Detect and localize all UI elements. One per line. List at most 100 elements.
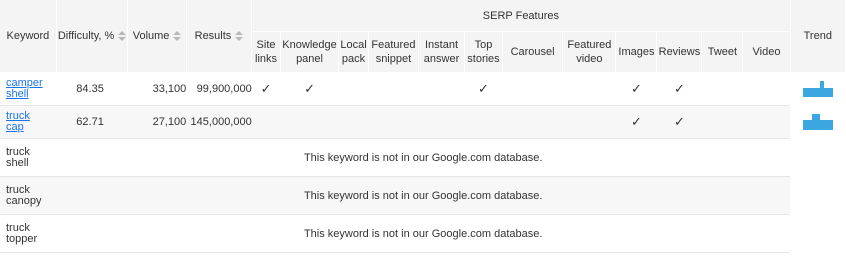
keyword-cell: camper shell <box>0 72 57 106</box>
checkmark-icon: ✓ <box>251 72 281 106</box>
feature-cell <box>502 105 563 139</box>
feature-label-line2: snippet <box>375 53 412 65</box>
trend-cell-empty <box>790 138 846 177</box>
difficulty-value: 62.71 <box>56 105 128 139</box>
feature-label-line1: Tweet <box>707 46 738 58</box>
keyword-line2: shell <box>6 88 29 100</box>
checkmark-icon: ✓ <box>615 72 657 106</box>
feature-cell <box>742 105 791 139</box>
checkmark-icon: ✓ <box>280 72 339 106</box>
col-feature: Tweet <box>701 31 744 73</box>
results-value: 99,900,000 <box>186 72 252 106</box>
not-in-database-message: This keyword is not in our Google.com da… <box>56 176 791 215</box>
col-feature: Carousel <box>502 31 564 73</box>
checkmark-icon: ✓ <box>464 72 503 106</box>
sort-icon[interactable] <box>173 31 182 42</box>
col-feature: Featured video <box>562 31 617 73</box>
feature-cell <box>701 72 743 106</box>
feature-label-line1: Local <box>340 39 367 51</box>
feature-cell <box>464 105 503 139</box>
col-results[interactable]: Results <box>186 0 253 73</box>
feature-cell <box>418 105 465 139</box>
not-in-database-message: This keyword is not in our Google.com da… <box>56 214 791 253</box>
checkmark-icon: ✓ <box>656 72 702 106</box>
col-volume[interactable]: Volume <box>127 0 187 73</box>
feature-label-line1: Top <box>474 39 493 51</box>
keyword-cell: truck cap <box>0 105 57 139</box>
feature-label-line2: panel <box>296 53 323 65</box>
feature-label-line2: video <box>576 53 603 65</box>
col-feature: Knowledge panel <box>280 31 340 73</box>
feature-cell <box>280 105 339 139</box>
feature-cell <box>502 72 563 106</box>
serp-features-header: SERP Features <box>251 0 791 32</box>
feature-cell <box>251 105 281 139</box>
col-feature: Top stories <box>464 31 503 73</box>
sort-icon[interactable] <box>235 31 244 42</box>
trend-bar <box>828 87 833 98</box>
keyword-cell: truck shell <box>0 138 57 177</box>
checkmark-icon: ✓ <box>615 105 657 139</box>
feature-cell <box>338 105 369 139</box>
feature-label-line1: Images <box>618 46 655 58</box>
feature-label-line2: pack <box>341 53 366 65</box>
feature-cell <box>701 105 743 139</box>
feature-cell <box>418 72 465 106</box>
volume-value: 33,100 <box>127 72 187 106</box>
table-row: truck canopy This keyword is not in our Go… <box>0 176 846 215</box>
keyword-cell: truck canopy <box>0 176 57 215</box>
results-value: 145,000,000 <box>186 105 252 139</box>
volume-value: 27,100 <box>127 105 187 139</box>
trend-cell <box>790 72 846 106</box>
feature-cell <box>562 105 616 139</box>
table-row: camper shell 84.35 33,100 99,900,000 ✓ ✓ ✓ ✓ ✓ <box>0 72 846 106</box>
difficulty-value: 84.35 <box>56 72 128 106</box>
trend-chart <box>803 114 833 130</box>
checkmark-icon: ✓ <box>656 105 702 139</box>
feature-cell <box>562 72 616 106</box>
feature-cell <box>368 72 419 106</box>
keyword-link[interactable]: camper shell <box>6 77 43 100</box>
col-feature: Site links <box>251 31 281 73</box>
feature-label-line1: Site <box>256 39 276 51</box>
feature-label-line1: Video <box>752 46 781 58</box>
feature-label-line1: Instant <box>425 39 459 51</box>
feature-cell <box>338 72 369 106</box>
keyword-line2: shell <box>6 156 29 169</box>
col-feature: Reviews <box>656 31 703 73</box>
table-row: truck topper This keyword is not in our Go… <box>0 214 846 253</box>
feature-cell <box>368 105 419 139</box>
feature-cell <box>742 72 791 106</box>
trend-cell-empty <box>790 214 846 253</box>
col-feature: Images <box>615 31 658 73</box>
not-in-database-message: This keyword is not in our Google.com da… <box>56 138 791 177</box>
keyword-line2: topper <box>6 232 38 245</box>
feature-label-line1: Featured <box>567 39 612 51</box>
feature-label-line1: Knowledge <box>282 39 337 51</box>
sort-icon[interactable] <box>118 31 127 42</box>
col-results-label: Results <box>194 30 232 42</box>
keyword-line2: canopy <box>6 194 42 207</box>
feature-label-line1: Carousel <box>510 46 555 58</box>
feature-label-line1: Reviews <box>658 46 701 58</box>
col-volume-label: Volume <box>132 30 170 42</box>
col-difficulty-label: Difficulty, % <box>57 30 115 42</box>
table-row: truck shell This keyword is not in our Goo… <box>0 138 846 177</box>
keyword-cell: truck topper <box>0 214 57 253</box>
trend-cell-empty <box>790 176 846 215</box>
table-row: truck cap 62.71 27,100 145,000,000 ✓ ✓ <box>0 105 846 139</box>
feature-label-line1: Featured <box>371 39 416 51</box>
keyword-table: Keyword Difficulty, % Volume Results SER… <box>0 0 846 253</box>
trend-cell <box>790 105 846 139</box>
col-feature: Featured snippet <box>368 31 420 73</box>
trend-chart <box>803 81 833 98</box>
keyword-link[interactable]: truck cap <box>6 110 30 133</box>
col-feature: Local pack <box>338 31 369 73</box>
keyword-line2: cap <box>6 121 24 133</box>
col-difficulty[interactable]: Difficulty, % <box>56 0 129 73</box>
feature-label-line2: links <box>255 53 278 65</box>
col-feature: Instant answer <box>418 31 466 73</box>
feature-label-line2: stories <box>467 53 500 65</box>
feature-label-line2: answer <box>423 53 460 65</box>
col-trend: Trend <box>790 0 846 73</box>
